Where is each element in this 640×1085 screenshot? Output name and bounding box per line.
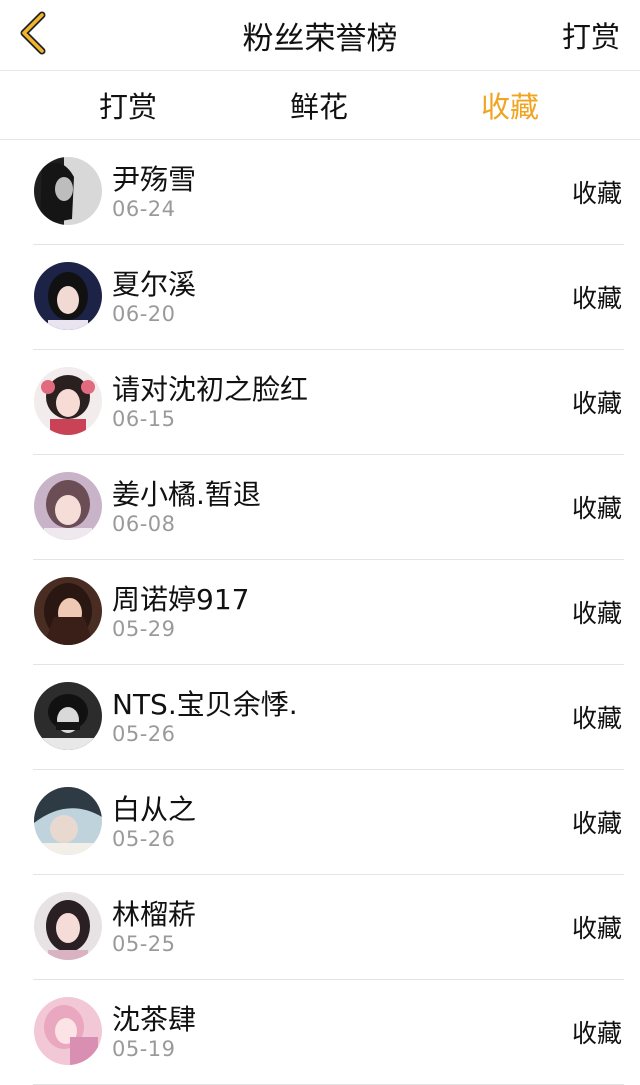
fan-date: 05-26 — [112, 722, 176, 746]
fan-name: 周诺婷917 — [112, 583, 250, 616]
reward-button[interactable]: 打赏 — [562, 0, 620, 70]
page-title: 粉丝荣誉榜 — [242, 20, 398, 57]
action-label: 收藏 — [571, 494, 622, 523]
action-label: 收藏 — [571, 704, 622, 733]
fan-date: 05-19 — [112, 1037, 176, 1061]
fan-name: 尹殇雪 — [112, 163, 197, 196]
list-item[interactable]: 林榴菥 05-25 收藏 — [33, 875, 624, 980]
avatar — [34, 892, 102, 960]
avatar — [34, 157, 102, 225]
list-item[interactable]: 尹殇雪 06-24 收藏 — [33, 140, 624, 245]
avatar — [34, 787, 102, 855]
fan-date: 06-08 — [112, 512, 176, 536]
fan-name: 白从之 — [112, 793, 197, 826]
fan-name: NTS.宝贝余悸. — [112, 688, 298, 721]
fan-name: 姜小橘.暂退 — [112, 478, 261, 511]
fan-date: 05-26 — [112, 827, 176, 851]
fan-date: 05-25 — [112, 932, 176, 956]
action-label: 收藏 — [571, 809, 622, 838]
avatar — [34, 262, 102, 330]
tab-reward[interactable]: 打赏 — [33, 71, 223, 139]
fan-date: 05-29 — [112, 617, 176, 641]
list-item[interactable]: 姜小橘.暂退 06-08 收藏 — [33, 455, 624, 560]
fan-date: 06-15 — [112, 407, 176, 431]
action-label: 收藏 — [571, 914, 622, 943]
list-item[interactable]: 夏尔溪 06-20 收藏 — [33, 245, 624, 350]
avatar — [34, 577, 102, 645]
tab-bar: 打赏 鲜花 收藏 — [0, 71, 640, 140]
tab-flowers[interactable]: 鲜花 — [224, 71, 414, 139]
fan-date: 06-20 — [112, 302, 176, 326]
avatar — [34, 682, 102, 750]
action-label: 收藏 — [571, 179, 622, 208]
avatar — [34, 997, 102, 1065]
action-label: 收藏 — [571, 284, 622, 313]
fan-name: 沈茶肆 — [112, 1003, 197, 1036]
fan-name: 夏尔溪 — [112, 268, 197, 301]
fan-name: 林榴菥 — [112, 898, 197, 931]
nav-bar: 粉丝荣誉榜 打赏 — [0, 0, 640, 71]
list-item[interactable]: 周诺婷917 05-29 收藏 — [33, 560, 624, 665]
list-item[interactable]: 沈茶肆 05-19 收藏 — [33, 980, 624, 1085]
action-label: 收藏 — [571, 1019, 622, 1048]
fan-list: 尹殇雪 06-24 收藏 夏尔溪 06-20 收藏 请对沈初之脸红 06-15 … — [0, 140, 640, 1085]
back-button[interactable] — [8, 8, 58, 62]
fan-date: 06-24 — [112, 197, 176, 221]
tab-favorites[interactable]: 收藏 — [415, 71, 605, 139]
list-item[interactable]: 白从之 05-26 收藏 — [33, 770, 624, 875]
avatar — [34, 472, 102, 540]
action-label: 收藏 — [571, 599, 622, 628]
fan-name: 请对沈初之脸红 — [112, 373, 309, 406]
list-item[interactable]: NTS.宝贝余悸. 05-26 收藏 — [33, 665, 624, 770]
avatar — [34, 367, 102, 435]
action-label: 收藏 — [571, 389, 622, 418]
chevron-left-icon — [18, 11, 48, 59]
list-item[interactable]: 请对沈初之脸红 06-15 收藏 — [33, 350, 624, 455]
